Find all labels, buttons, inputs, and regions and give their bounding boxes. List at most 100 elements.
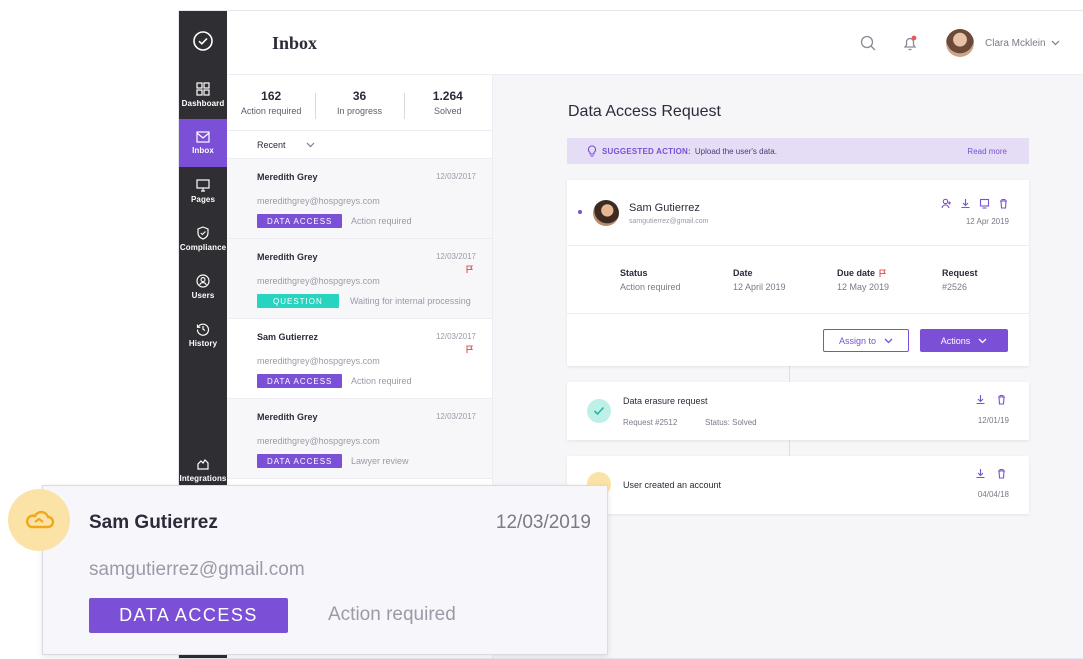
assign-to-button[interactable]: Assign to <box>823 329 909 352</box>
meta-label: Request <box>942 268 978 278</box>
check-circle-icon <box>587 399 611 423</box>
category-tag: DATA ACCESS <box>257 374 343 388</box>
zoom-sender-email: samgutierrez@gmail.com <box>89 559 305 580</box>
status-text: Action required <box>351 216 412 226</box>
sidebar-item-history[interactable]: History <box>179 311 227 359</box>
stat-value: 1.264 <box>432 89 463 103</box>
lightbulb-icon <box>587 145 597 157</box>
bell-icon[interactable] <box>900 33 920 53</box>
sender-email: meredithgrey@hospgreys.com <box>257 276 380 286</box>
sidebar-item-label: Integrations <box>179 474 227 483</box>
timeline-actions <box>975 468 1007 479</box>
stat-value: 36 <box>352 89 367 103</box>
suggested-action-key: SUGGESTED ACTION: <box>602 146 691 156</box>
shield-check-logo-icon <box>193 31 213 51</box>
trash-icon[interactable] <box>996 468 1007 479</box>
flag-icon <box>879 269 886 277</box>
divider <box>567 245 1029 246</box>
sender-name: Meredith Grey <box>257 252 318 262</box>
status-text: Waiting for internal processing <box>350 296 471 306</box>
top-header: Inbox Clara Mcklein <box>227 11 1083 75</box>
actions-button[interactable]: Actions <box>920 329 1008 352</box>
meta-value: 12 April 2019 <box>733 282 786 292</box>
list-item[interactable]: Meredith Grey 12/03/2017 meredithgrey@ho… <box>227 159 492 239</box>
requester-avatar <box>593 200 619 226</box>
chevron-down-icon <box>1051 40 1060 46</box>
sort-dropdown[interactable]: Recent <box>227 131 492 159</box>
user-icon <box>196 274 210 288</box>
stat-label: Action required <box>240 106 302 116</box>
zoomed-list-item[interactable]: Sam Gutierrez 12/03/2019 samgutierrez@gm… <box>42 485 608 655</box>
search-icon[interactable] <box>858 33 878 53</box>
category-tag: QUESTION <box>257 294 339 308</box>
timeline-actions <box>975 394 1007 405</box>
suggested-action-text: Upload the user's data. <box>694 146 777 156</box>
timeline-connector <box>789 440 790 456</box>
sidebar-item-label: Pages <box>190 194 216 204</box>
list-item[interactable]: Meredith Grey 12/03/2017 meredithgrey@ho… <box>227 239 492 319</box>
monitor-icon <box>196 178 210 192</box>
zoom-category-tag: DATA ACCESS <box>89 598 288 633</box>
timeline-card-account: User created an account 04/04/18 <box>567 456 1029 514</box>
meta-date: Date 12 April 2019 <box>733 268 786 292</box>
meta-value: 12 May 2019 <box>837 282 890 292</box>
user-avatar[interactable] <box>946 29 974 57</box>
sidebar-item-label: Dashboard <box>181 99 225 108</box>
list-item[interactable]: Meredith Grey 12/03/2017 meredithgrey@ho… <box>227 399 492 479</box>
sidebar-item-users[interactable]: Users <box>179 263 227 311</box>
sidebar-item-compliance[interactable]: Compliance <box>179 215 227 263</box>
logo[interactable] <box>179 11 227 71</box>
divider <box>567 313 1029 314</box>
sidebar-item-label: Inbox <box>192 146 214 155</box>
item-date: 12/03/2017 <box>435 252 476 261</box>
meta-due-date: Due date 12 May 2019 <box>837 268 889 292</box>
stat-solved[interactable]: 1.264 Solved <box>403 89 492 119</box>
sender-email: meredithgrey@hospgreys.com <box>257 196 380 206</box>
stats-bar: 162 Action required 36 In progress 1.264… <box>227 75 492 131</box>
trash-icon[interactable] <box>998 198 1009 209</box>
history-icon <box>196 323 210 336</box>
timeline-card-erasure: Data erasure request Request #2512 Statu… <box>567 382 1029 440</box>
list-item[interactable]: Sam Gutierrez 12/03/2017 meredithgrey@ho… <box>227 319 492 399</box>
assign-to-label: Assign to <box>838 335 877 346</box>
sidebar-item-pages[interactable]: Pages <box>179 167 227 215</box>
zoom-date: 12/03/2019 <box>495 512 591 533</box>
download-icon[interactable] <box>960 198 971 209</box>
assign-user-icon[interactable] <box>941 198 952 209</box>
stat-in-progress[interactable]: 36 In progress <box>315 89 403 119</box>
requester-name: Sam Gutierrez <box>629 202 700 214</box>
download-icon[interactable] <box>975 394 986 405</box>
sort-label: Recent <box>257 139 286 150</box>
grid-icon <box>196 82 210 96</box>
chevron-down-icon <box>884 338 893 343</box>
meta-status: Status Action required <box>620 268 681 292</box>
request-title: Data Access Request <box>568 103 721 120</box>
meta-label: Status <box>620 268 648 278</box>
item-date: 12/03/2017 <box>435 332 476 341</box>
sidebar-item-label: Users <box>191 291 215 300</box>
sidebar-item-inbox[interactable]: Inbox <box>179 119 227 167</box>
integrations-icon <box>197 459 209 470</box>
read-more-link[interactable]: Read more <box>967 147 1007 156</box>
stat-label: Solved <box>434 106 462 116</box>
meta-request: Request #2526 <box>942 268 978 292</box>
message-icon[interactable] <box>979 198 990 209</box>
category-tag: DATA ACCESS <box>257 454 343 468</box>
card-actions <box>941 198 1009 209</box>
download-icon[interactable] <box>975 468 986 479</box>
sender-name: Meredith Grey <box>257 412 318 422</box>
zoom-sender-name: Sam Gutierrez <box>89 512 218 533</box>
request-date: 12 Apr 2019 <box>965 217 1009 226</box>
stat-action-required[interactable]: 162 Action required <box>227 89 315 116</box>
zoom-status-text: Action required <box>328 604 456 625</box>
timeline-connector <box>789 366 790 382</box>
zoom-badge <box>8 489 70 551</box>
user-menu[interactable]: Clara Mcklein <box>985 38 1060 49</box>
meta-label-row: Due date <box>837 268 889 278</box>
sidebar-item-dashboard[interactable]: Dashboard <box>179 71 227 119</box>
sidebar-item-label: History <box>188 339 218 348</box>
mail-icon <box>196 131 210 143</box>
timeline-date: 12/01/19 <box>977 416 1009 425</box>
item-date: 12/03/2017 <box>435 172 476 181</box>
trash-icon[interactable] <box>996 394 1007 405</box>
